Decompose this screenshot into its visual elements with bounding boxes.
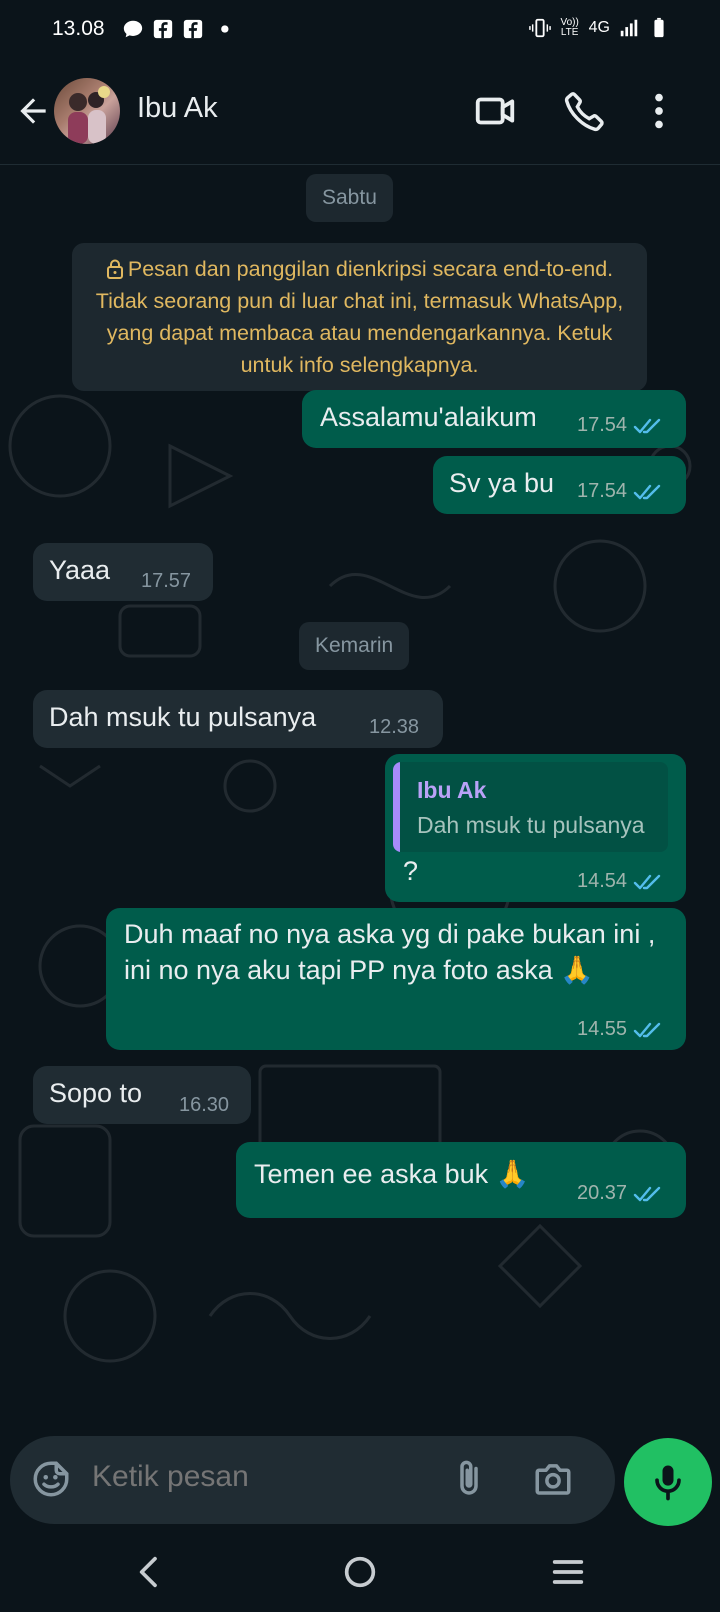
facebook-icon	[183, 19, 203, 39]
more-options-icon[interactable]	[636, 88, 682, 134]
message-time: 14.54	[577, 870, 628, 892]
dot-indicator-icon	[221, 25, 229, 33]
read-receipt-icon	[633, 1022, 661, 1037]
message-meta: 17.57	[141, 570, 191, 593]
system-icons: Vo)) LTE 4G	[528, 17, 670, 39]
message-time: 14.55	[577, 1018, 628, 1040]
back-arrow-icon[interactable]	[14, 92, 52, 130]
encryption-notice-text: Pesan dan panggilan dienkripsi secara en…	[95, 257, 624, 377]
message-time: 12.38	[369, 716, 420, 738]
signal-icon	[620, 19, 638, 37]
read-receipt-icon	[633, 1186, 661, 1201]
contact-name[interactable]: Ibu Ak	[137, 92, 218, 125]
message-meta: 20.37	[577, 1182, 665, 1205]
message-meta: 16.30	[179, 1094, 229, 1117]
quoted-message[interactable]: Ibu Ak Dah msuk tu pulsanya	[393, 762, 668, 852]
encryption-notice[interactable]: Pesan dan panggilan dienkripsi secara en…	[72, 243, 647, 391]
avatar[interactable]	[54, 78, 120, 144]
message-meta: 14.55	[577, 1018, 665, 1041]
message-meta: 17.54	[577, 480, 665, 503]
message-input[interactable]	[92, 1460, 432, 1494]
message-meta: 14.54	[577, 870, 665, 893]
quoted-sender: Ibu Ak	[417, 777, 487, 803]
read-receipt-icon	[633, 484, 661, 499]
date-chip-saturday: Sabtu	[306, 174, 393, 222]
read-receipt-icon	[633, 418, 661, 433]
message-time: 16.30	[179, 1094, 230, 1116]
lock-icon	[106, 259, 123, 279]
system-navigation-bar	[0, 1534, 720, 1612]
message-bubble-outgoing[interactable]: Duh maaf no nya aska yg di pake bukan in…	[106, 908, 686, 1050]
message-composer[interactable]	[10, 1436, 615, 1524]
message-meta: 17.54	[577, 414, 665, 437]
video-call-icon[interactable]	[472, 88, 518, 134]
mic-icon	[655, 1465, 681, 1501]
status-bar: 13.08 Vo)) LTE 4G	[0, 0, 720, 60]
message-time: 20.37	[577, 1182, 628, 1204]
sticker-icon[interactable]	[30, 1458, 72, 1500]
network-type: 4G	[588, 19, 610, 36]
quote-accent-bar	[393, 762, 400, 852]
facebook-icon	[153, 19, 173, 39]
message-time: 17.54	[577, 414, 628, 436]
voice-call-icon[interactable]	[562, 88, 608, 134]
message-bubble-outgoing[interactable]: Sv ya bu 17.54	[433, 456, 686, 514]
message-text: Assalamu'alaikum	[320, 402, 537, 432]
message-text: Sv ya bu	[449, 468, 555, 498]
camera-icon[interactable]	[532, 1458, 574, 1500]
status-time: 13.08	[52, 17, 105, 40]
nav-home-icon[interactable]	[340, 1552, 380, 1592]
message-text: ?	[403, 856, 419, 886]
message-bubble-outgoing[interactable]: Assalamu'alaikum 17.54	[302, 390, 686, 448]
message-time: 17.54	[577, 480, 628, 502]
quoted-text: Dah msuk tu pulsanya	[417, 812, 645, 838]
battery-icon	[654, 17, 664, 38]
read-receipt-icon	[633, 874, 661, 889]
vibrate-icon	[528, 18, 551, 38]
volte-label: Vo)) LTE	[560, 17, 579, 38]
voice-record-button[interactable]	[624, 1438, 712, 1526]
message-bubble-incoming[interactable]: Dah msuk tu pulsanya 12.38	[33, 690, 443, 748]
message-time: 17.57	[141, 570, 192, 592]
message-text: Temen ee aska buk 🙏	[254, 1159, 530, 1189]
message-bubble-outgoing-reply[interactable]: Ibu Ak Dah msuk tu pulsanya ? 14.54	[385, 754, 686, 902]
message-text: Yaaa	[49, 555, 111, 585]
message-text: Sopo to	[49, 1078, 143, 1108]
message-bubble-icon	[123, 20, 143, 38]
nav-back-icon[interactable]	[130, 1552, 170, 1592]
message-text: Dah msuk tu pulsanya	[49, 702, 317, 732]
message-bubble-outgoing[interactable]: Temen ee aska buk 🙏 20.37	[236, 1142, 686, 1218]
chat-header: Ibu Ak	[0, 60, 720, 165]
attach-icon[interactable]	[448, 1458, 490, 1500]
notification-icons	[122, 18, 234, 40]
message-text: Duh maaf no nya aska yg di pake bukan in…	[124, 919, 656, 985]
message-meta: 12.38	[369, 716, 419, 739]
date-chip-yesterday: Kemarin	[299, 622, 410, 670]
chat-area[interactable]: Sabtu Pesan dan panggilan dienkripsi sec…	[0, 166, 720, 1430]
message-bubble-incoming[interactable]: Yaaa 17.57	[33, 543, 213, 601]
nav-recents-icon[interactable]	[548, 1552, 588, 1592]
message-bubble-incoming[interactable]: Sopo to 16.30	[33, 1066, 251, 1124]
